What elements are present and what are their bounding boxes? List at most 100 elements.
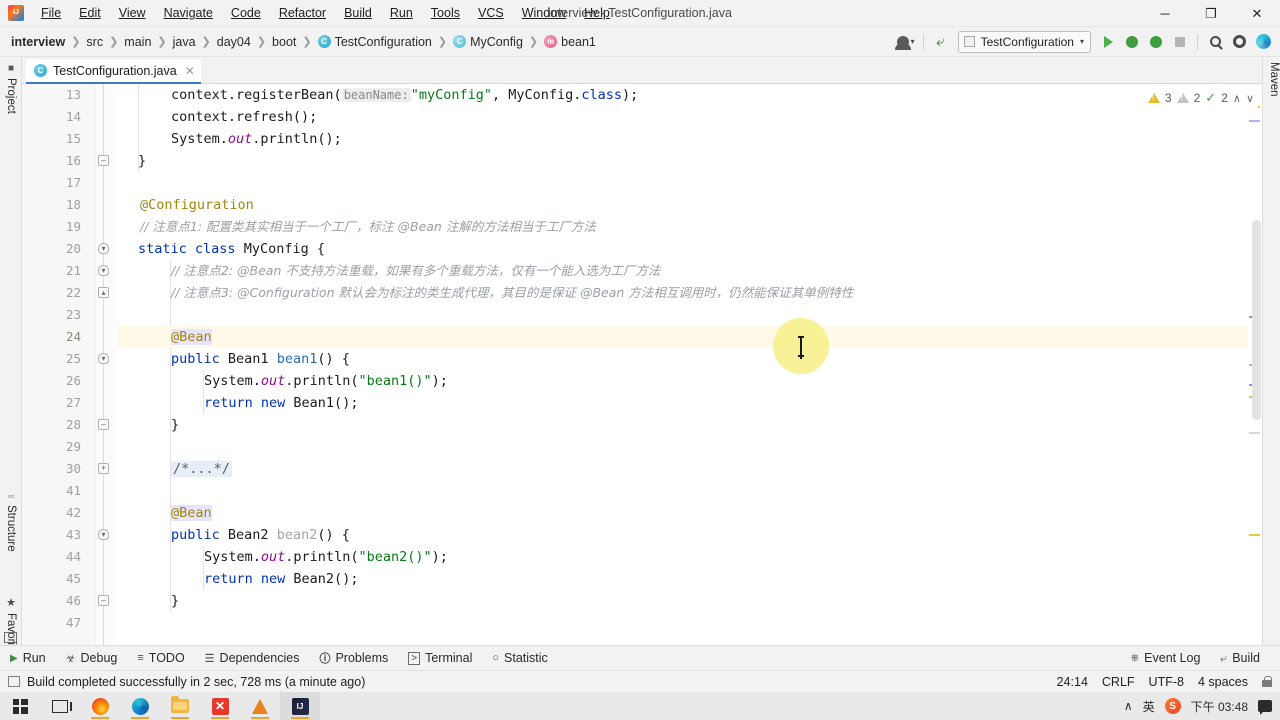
tool-window-problems[interactable]: ⓘ Problems (309, 650, 398, 666)
code-editor[interactable]: 13 14 15 16 17 18 19 20 21 22 23 24 25 2… (22, 84, 1262, 645)
status-message-area[interactable]: Build completed successfully in 2 sec, 7… (0, 675, 365, 689)
code-text-area[interactable]: context.registerBean(beanName: "myConfig"… (118, 84, 1262, 645)
taskbar-firefox[interactable] (80, 692, 120, 720)
sogou-ime-icon[interactable]: S (1164, 698, 1181, 714)
breadcrumb-item-src[interactable]: src (83, 33, 106, 51)
file-encoding[interactable]: UTF-8 (1149, 675, 1184, 689)
fold-marker-collapsed[interactable] (98, 463, 109, 474)
stop-button[interactable] (1169, 31, 1191, 53)
tool-window-statistic[interactable]: ○ Statistic (482, 651, 557, 665)
fold-marker[interactable] (98, 419, 109, 430)
run-with-coverage-button[interactable] (1145, 31, 1167, 53)
taskbar-file-explorer[interactable] (160, 692, 200, 720)
menu-run[interactable]: Run (381, 2, 422, 24)
code-token: @Bean (171, 505, 212, 521)
close-icon[interactable]: ✕ (185, 64, 195, 78)
task-view-button[interactable] (40, 692, 80, 720)
debug-button[interactable] (1121, 31, 1143, 53)
tool-window-run[interactable]: ▶ Run (0, 651, 56, 665)
taskbar-vlc[interactable] (240, 692, 280, 720)
folded-comment-placeholder[interactable]: /*...*/ (171, 461, 232, 477)
marker-warning[interactable] (1249, 534, 1260, 536)
menu-file[interactable]: File (32, 2, 70, 24)
fold-marker[interactable] (98, 353, 109, 364)
sidebar-item-maven[interactable]: Maven (1264, 62, 1280, 97)
user-account-button[interactable]: ▾ (894, 31, 917, 53)
search-everywhere-button[interactable] (1204, 31, 1226, 53)
menu-help[interactable]: Help (575, 2, 619, 24)
breadcrumb-item-interview[interactable]: interview (8, 33, 68, 51)
breadcrumb-item-bean1[interactable]: m bean1 (541, 33, 599, 51)
breadcrumb-item-day04[interactable]: day04 (214, 33, 254, 51)
minimize-button[interactable]: ─ (1142, 0, 1188, 27)
editor-scrollbar-thumb[interactable] (1252, 220, 1261, 420)
indent-setting[interactable]: 4 spaces (1198, 675, 1248, 689)
settings-button[interactable] (1228, 31, 1250, 53)
start-button[interactable] (0, 692, 40, 720)
menu-code[interactable]: Code (222, 2, 270, 24)
breadcrumb-item-main[interactable]: main (121, 33, 154, 51)
menu-tools[interactable]: Tools (422, 2, 469, 24)
tool-window-label: Build (1232, 651, 1260, 665)
menu-edit[interactable]: Edit (70, 2, 110, 24)
line-separator[interactable]: CRLF (1102, 675, 1135, 689)
marker-change[interactable] (1249, 432, 1260, 434)
fold-marker[interactable] (98, 595, 109, 606)
maximize-button[interactable]: ❐ (1188, 0, 1234, 27)
method-icon: m (544, 35, 558, 48)
tool-window-debug[interactable]: ☣ Debug (56, 651, 128, 665)
fold-marker[interactable] (98, 287, 109, 298)
menu-refactor[interactable]: Refactor (270, 2, 335, 24)
tool-window-todo[interactable]: ≡ TODO (127, 651, 194, 665)
update-icon (1255, 34, 1271, 49)
xmind-icon: ✕ (211, 697, 229, 715)
code-token: () { (317, 527, 350, 543)
tool-window-event-log[interactable]: ⎈ Event Log (1120, 651, 1210, 665)
lock-icon[interactable] (1262, 676, 1272, 687)
previous-problem-icon[interactable]: ∧ (1233, 92, 1241, 105)
update-project-button[interactable]: ⤷ (930, 31, 952, 53)
menu-vcs[interactable]: VCS (469, 2, 513, 24)
run-button[interactable] (1097, 31, 1119, 53)
menu-navigate[interactable]: Navigate (155, 2, 222, 24)
menu-view[interactable]: View (110, 2, 155, 24)
menu-build[interactable]: Build (335, 2, 381, 24)
close-button[interactable]: ✕ (1234, 0, 1280, 27)
tray-overflow-icon[interactable]: ∧ (1124, 699, 1133, 713)
fold-marker[interactable] (98, 155, 109, 166)
fold-marker[interactable] (98, 243, 109, 254)
marker-usage[interactable] (1249, 120, 1260, 122)
inspection-widget[interactable]: 3 2 ✓ 2 ∧ ∨ (1143, 88, 1258, 108)
code-folding-strip[interactable] (96, 84, 118, 645)
code-token: "bean1()" (358, 373, 432, 389)
ime-indicator[interactable]: 英 (1143, 698, 1155, 715)
sidebar-item-project[interactable]: ■ Project (0, 59, 22, 118)
code-line-30-folded[interactable]: /*...*/ (171, 458, 232, 480)
tool-window-dependencies[interactable]: ☰ Dependencies (195, 651, 310, 665)
breadcrumb-item-java[interactable]: java (170, 33, 199, 51)
clock[interactable]: 下午 03:48 (1191, 698, 1248, 715)
fold-marker[interactable] (98, 529, 109, 540)
menu-window[interactable]: Window (513, 2, 575, 24)
tool-window-terminal[interactable]: > Terminal (398, 651, 482, 665)
taskbar-xmind[interactable]: ✕ (200, 692, 240, 720)
taskbar-edge[interactable] (120, 692, 160, 720)
sidebar-item-structure[interactable]: ▫▫ Structure (0, 487, 22, 556)
breadcrumb-label: boot (272, 34, 297, 49)
notification-icon[interactable] (1258, 700, 1272, 715)
tab-testconfiguration-java[interactable]: C TestConfiguration.java ✕ (26, 59, 201, 84)
firefox-icon (91, 697, 109, 715)
task-view-icon (52, 699, 72, 713)
breadcrumb-item-myconfig[interactable]: C MyConfig (450, 33, 526, 51)
updates-button[interactable] (1252, 31, 1274, 53)
run-configuration-selector[interactable]: TestConfiguration ▾ (957, 30, 1091, 53)
hide-tool-windows-icon[interactable] (4, 632, 17, 643)
breadcrumb-item-testconfiguration[interactable]: C TestConfiguration (315, 33, 435, 51)
breadcrumb-item-boot[interactable]: boot (269, 33, 299, 51)
next-problem-icon[interactable]: ∨ (1246, 92, 1254, 105)
caret-position[interactable]: 24:14 (1057, 675, 1088, 689)
breadcrumb: interview ❯ src ❯ main ❯ java ❯ day04 ❯ … (8, 33, 599, 51)
tool-window-build[interactable]: ⤷ Build (1210, 651, 1270, 666)
taskbar-intellij-idea[interactable] (280, 692, 320, 720)
fold-marker[interactable] (98, 265, 109, 276)
